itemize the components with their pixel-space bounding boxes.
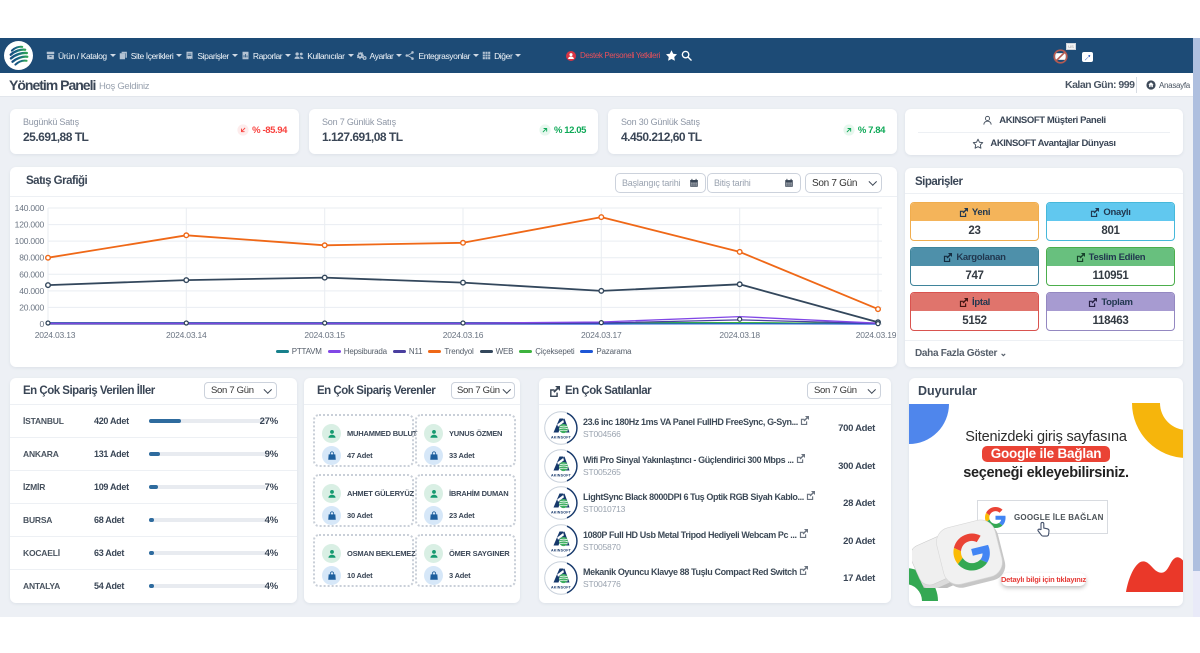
svg-text:0: 0	[39, 319, 44, 329]
svg-text:2024.03.16: 2024.03.16	[443, 330, 484, 340]
svg-text:2024.03.17: 2024.03.17	[581, 330, 622, 340]
svg-text:80.000: 80.000	[19, 253, 44, 263]
svg-text:100.000: 100.000	[15, 236, 45, 246]
svg-text:2024.03.13: 2024.03.13	[35, 330, 76, 340]
svg-text:20.000: 20.000	[19, 302, 44, 312]
svg-text:2024.03.19: 2024.03.19	[856, 330, 897, 340]
svg-text:140.000: 140.000	[15, 203, 45, 213]
svg-text:2024.03.18: 2024.03.18	[719, 330, 760, 340]
svg-text:2024.03.15: 2024.03.15	[304, 330, 345, 340]
svg-text:60.000: 60.000	[19, 269, 44, 279]
svg-text:120.000: 120.000	[15, 220, 45, 230]
svg-text:2024.03.14: 2024.03.14	[166, 330, 207, 340]
svg-text:40.000: 40.000	[19, 286, 44, 296]
